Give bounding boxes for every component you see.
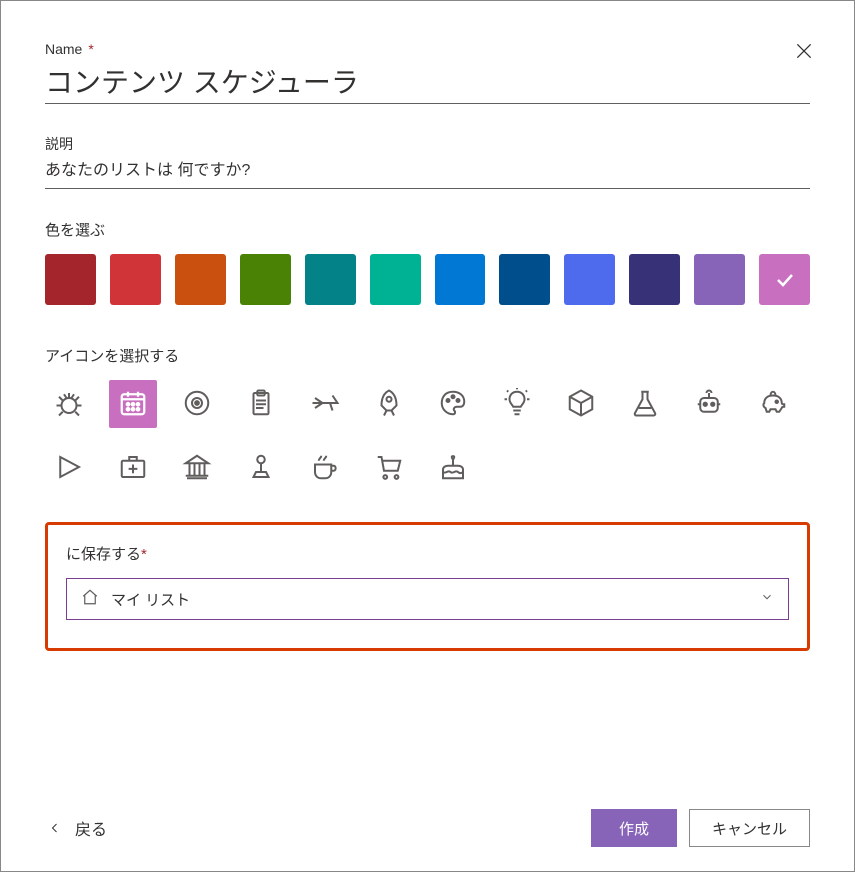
play-icon [54, 452, 84, 485]
piggybank-icon-button[interactable] [749, 380, 797, 428]
icon-section-label: アイコンを選択する [45, 345, 810, 366]
color-swatch-dark-red[interactable] [45, 254, 96, 305]
name-label: Name* [45, 41, 810, 57]
play-icon-button[interactable] [45, 444, 93, 492]
description-label: 説明 [45, 134, 810, 154]
robot-icon [694, 388, 724, 421]
save-to-section-highlight: に保存する* マイ リスト [45, 522, 810, 651]
cake-icon-button[interactable] [429, 444, 477, 492]
color-swatch-purple[interactable] [694, 254, 745, 305]
icon-picker [45, 380, 810, 492]
rocket-icon-button[interactable] [365, 380, 413, 428]
piggybank-icon [758, 388, 788, 421]
target-icon [182, 388, 212, 421]
firstaid-icon [118, 452, 148, 485]
flask-icon [630, 388, 660, 421]
airplane-icon-button[interactable] [301, 380, 349, 428]
coffee-icon-button[interactable] [301, 444, 349, 492]
coffee-icon [310, 452, 340, 485]
airplane-icon [310, 388, 340, 421]
color-swatch-blue[interactable] [435, 254, 486, 305]
check-icon [773, 268, 797, 292]
color-swatch-green[interactable] [240, 254, 291, 305]
lightbulb-icon [502, 388, 532, 421]
back-label: 戻る [75, 816, 107, 840]
color-section-label: 色を選ぶ [45, 219, 810, 240]
calendar-icon-button[interactable] [109, 380, 157, 428]
palette-icon-button[interactable] [429, 380, 477, 428]
description-field: 説明 [45, 134, 810, 189]
name-input[interactable] [45, 61, 810, 104]
create-list-dialog: Name* 説明 色を選ぶ アイコンを選択する に保存する* マイ リスト [0, 0, 855, 872]
chevron-down-icon [760, 590, 774, 608]
bank-icon-button[interactable] [173, 444, 221, 492]
save-to-dropdown[interactable]: マイ リスト [66, 578, 789, 620]
clipboard-icon [246, 388, 276, 421]
back-button[interactable]: 戻る [45, 810, 111, 846]
cake-icon [438, 452, 468, 485]
dialog-footer: 戻る 作成 キャンセル [45, 779, 810, 847]
name-field: Name* [45, 41, 810, 104]
clipboard-icon-button[interactable] [237, 380, 285, 428]
flask-icon-button[interactable] [621, 380, 669, 428]
robot-icon-button[interactable] [685, 380, 733, 428]
color-picker [45, 254, 810, 305]
color-swatch-dark-blue[interactable] [499, 254, 550, 305]
bug-icon-button[interactable] [45, 380, 93, 428]
color-swatch-navy[interactable] [629, 254, 680, 305]
cube-icon-button[interactable] [557, 380, 605, 428]
color-swatch-indigo[interactable] [564, 254, 615, 305]
color-swatch-red[interactable] [110, 254, 161, 305]
cart-icon [374, 452, 404, 485]
close-icon [794, 41, 814, 61]
save-to-label: に保存する* [66, 543, 789, 564]
color-swatch-dark-teal[interactable] [305, 254, 356, 305]
joystick-icon-button[interactable] [237, 444, 285, 492]
target-icon-button[interactable] [173, 380, 221, 428]
color-swatch-pink[interactable] [759, 254, 810, 305]
cart-icon-button[interactable] [365, 444, 413, 492]
lightbulb-icon-button[interactable] [493, 380, 541, 428]
firstaid-icon-button[interactable] [109, 444, 157, 492]
create-button[interactable]: 作成 [591, 809, 677, 847]
cube-icon [566, 388, 596, 421]
close-button[interactable] [790, 37, 818, 65]
save-to-value: マイ リスト [111, 589, 760, 610]
calendar-icon [118, 388, 148, 421]
rocket-icon [374, 388, 404, 421]
palette-icon [438, 388, 468, 421]
description-input[interactable] [45, 158, 810, 189]
chevron-left-icon [49, 819, 61, 837]
cancel-button[interactable]: キャンセル [689, 809, 810, 847]
bug-icon [54, 388, 84, 421]
color-swatch-orange[interactable] [175, 254, 226, 305]
bank-icon [182, 452, 212, 485]
color-swatch-teal[interactable] [370, 254, 421, 305]
joystick-icon [246, 452, 276, 485]
home-icon [81, 588, 99, 610]
